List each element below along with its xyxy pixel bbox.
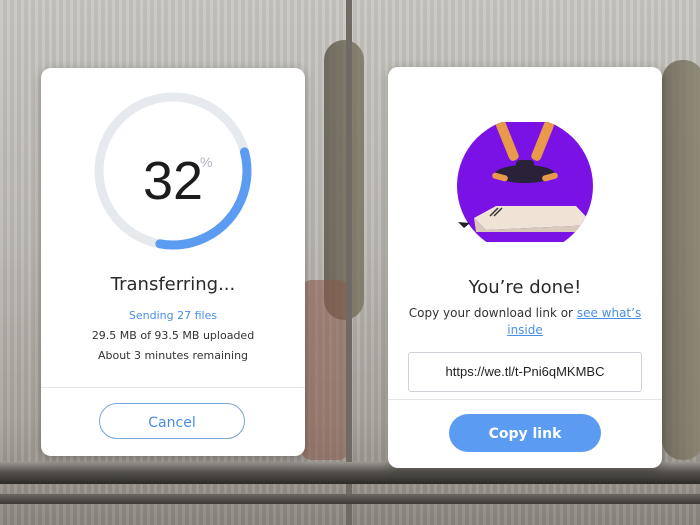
copy-link-button[interactable]: Copy link: [449, 414, 601, 452]
done-title: You’re done!: [468, 277, 582, 298]
background-rail: [0, 494, 700, 504]
background-figure: [324, 40, 364, 320]
divider: [388, 399, 662, 400]
background-figure: [300, 280, 350, 460]
upload-size-text: 29.5 MB of 93.5 MB uploaded: [91, 329, 255, 342]
done-illustration: [457, 122, 593, 242]
done-description-text: Copy your download link or: [408, 306, 573, 320]
time-remaining-text: About 3 minutes remaining: [97, 349, 249, 362]
panel-divider: [346, 0, 352, 525]
done-description: Copy your download link or see what’s in…: [402, 305, 648, 339]
done-card: You’re done! Copy your download link or …: [388, 67, 662, 468]
transfer-card: 32 % Transferring... Sending 27 files 29…: [41, 68, 305, 456]
background-figure: [662, 60, 700, 460]
progress-percent-value: 32: [142, 151, 204, 211]
files-link[interactable]: Sending 27 files: [41, 309, 305, 322]
download-link-field[interactable]: https://we.tl/t-Pni6qMKMBC: [408, 352, 642, 392]
transfer-title: Transferring...: [110, 274, 236, 295]
progress-percent-sign: %: [200, 154, 213, 170]
divider: [41, 387, 305, 388]
cancel-button[interactable]: Cancel: [99, 403, 245, 439]
